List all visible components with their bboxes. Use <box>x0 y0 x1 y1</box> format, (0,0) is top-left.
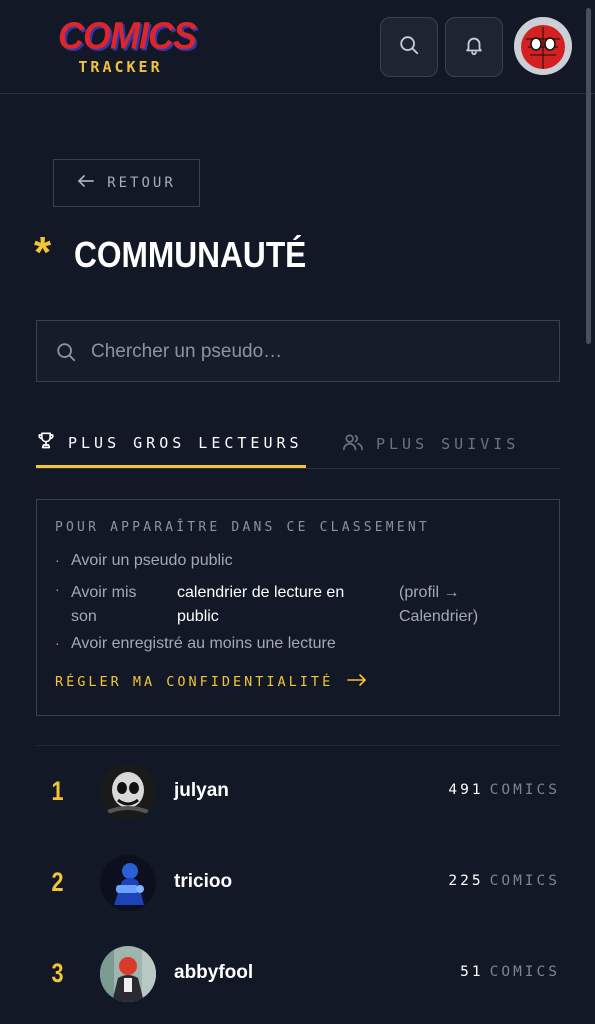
users-icon <box>342 432 364 457</box>
requirement-text: Avoir mis son <box>71 584 137 625</box>
requirement-text-highlight: calendrier de lecture en public <box>177 584 345 625</box>
user-avatar[interactable] <box>514 17 572 75</box>
count-unit: COMICS <box>489 964 560 980</box>
comics-count: 51 COMICS <box>460 964 560 980</box>
arrow-right-icon <box>347 674 367 690</box>
count-unit: COMICS <box>489 873 560 889</box>
count-value: 51 <box>460 964 484 980</box>
search-input[interactable] <box>89 321 533 383</box>
requirement-text: Avoir un pseudo public <box>71 552 233 569</box>
username: tricioo <box>174 871 233 892</box>
search-icon <box>55 341 77 368</box>
tab-top-readers[interactable]: PLUS GROS LECTEURS <box>36 420 306 468</box>
comics-count: 225 COMICS <box>448 873 560 889</box>
username: julyan <box>174 780 229 801</box>
ranking-tabs: PLUS GROS LECTEURS PLUS SUIVIS <box>36 420 560 469</box>
search-icon <box>398 34 420 61</box>
count-value: 225 <box>448 873 484 889</box>
search-box <box>36 320 560 383</box>
ranking-requirements: POUR APPARAÎTRE DANS CE CLASSEMENT · Avo… <box>36 499 560 716</box>
rank-number: 2 <box>51 867 64 897</box>
rank-number: 1 <box>51 776 64 806</box>
leaderboard-row[interactable]: 3 abbyfool 51 COMICS <box>36 944 560 1006</box>
tab-most-followed[interactable]: PLUS SUIVIS <box>342 420 519 468</box>
page-title: COMMUNAUTÉ <box>74 234 307 275</box>
bullet-dot: · <box>55 581 60 597</box>
logo-wordmark: COMICS <box>58 13 197 57</box>
comics-count: 491 COMICS <box>448 782 560 798</box>
bullet-dot: · <box>55 552 60 568</box>
bullet-dot: · <box>55 635 60 651</box>
requirement-text: Avoir enregistré au moins une lecture <box>71 635 336 652</box>
avatar <box>100 855 156 911</box>
leaderboard-row[interactable]: 1 julyan 491 COMICS <box>36 762 560 824</box>
avatar <box>100 946 156 1002</box>
count-value: 491 <box>448 782 484 798</box>
section-divider <box>36 745 560 746</box>
count-unit: COMICS <box>489 782 560 798</box>
requirement-item: · Avoir mis son calendrier de lecture en… <box>55 581 535 631</box>
arrow-left-icon <box>77 174 95 193</box>
notifications-button[interactable] <box>445 17 503 77</box>
privacy-link-label: RÉGLER MA CONFIDENTIALITÉ <box>55 674 334 690</box>
top-header: COMICS TRACKER <box>0 0 595 94</box>
privacy-settings-link[interactable]: RÉGLER MA CONFIDENTIALITÉ <box>55 674 367 690</box>
leaderboard-row[interactable]: 2 tricioo 225 COMICS <box>36 853 560 915</box>
back-label: RETOUR <box>107 175 176 191</box>
tab-label: PLUS GROS LECTEURS <box>68 433 303 452</box>
scrollbar[interactable] <box>586 8 591 344</box>
rank-number: 3 <box>51 958 64 988</box>
trophy-icon <box>36 430 56 455</box>
search-button[interactable] <box>380 17 438 77</box>
username: abbyfool <box>174 962 254 983</box>
back-button[interactable]: RETOUR <box>53 159 200 207</box>
logo-subtitle: TRACKER <box>78 58 163 76</box>
bell-icon <box>463 34 485 61</box>
app-logo[interactable]: COMICS TRACKER <box>58 13 197 76</box>
requirement-text: (profil → Calendrier) <box>399 584 479 625</box>
asterisk-icon: * <box>34 228 52 277</box>
requirements-title: POUR APPARAÎTRE DANS CE CLASSEMENT <box>55 520 430 535</box>
avatar <box>100 764 156 820</box>
tab-label: PLUS SUIVIS <box>376 435 520 453</box>
